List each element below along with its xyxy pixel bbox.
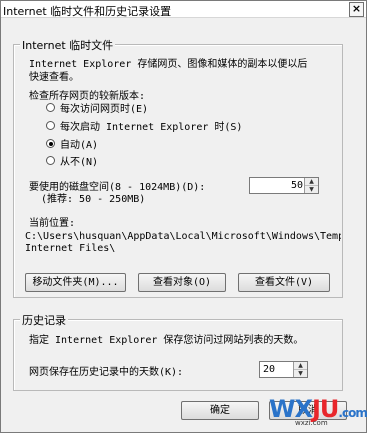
disk-space-hint: (推荐: 50 - 250MB) [41,194,146,205]
history-group: 历史记录 [13,312,343,391]
close-icon: × [351,2,362,15]
history-days-arrows: ▲ ▼ [293,362,307,377]
ok-button[interactable]: 确定 [181,401,259,420]
spin-down-icon[interactable]: ▼ [294,370,307,377]
watermark-sub: wxzi.com [295,419,328,427]
spin-down-icon[interactable]: ▼ [305,186,318,193]
radio-every-visit[interactable]: 每次访问网页时(E) [46,100,148,115]
radio-every-start-label: 每次启动 Internet Explorer 时(S) [60,122,243,133]
radio-indicator-selected [46,139,55,148]
radio-indicator [46,121,55,130]
history-description: 指定 Internet Explorer 保存您访问过网站列表的天数。 [29,335,304,346]
site-watermark: WXJU.com wxzi.com [269,395,367,427]
temp-files-description-line2: 快速查看。 [29,72,79,83]
radio-automatic[interactable]: 自动(A) [46,136,98,151]
history-days-stepper[interactable]: 20 ▲ ▼ [259,361,308,378]
history-days-value: 20 [263,364,276,375]
disk-space-stepper[interactable]: 50 ▲ ▼ [249,177,319,194]
history-legend: 历史记录 [20,312,68,328]
radio-never[interactable]: 从不(N) [46,153,98,168]
disk-space-value: 50 [290,180,303,191]
disk-space-arrows: ▲ ▼ [304,178,318,193]
radio-automatic-label: 自动(A) [60,140,99,151]
move-folder-button[interactable]: 移动文件夹(M)... [25,273,126,292]
current-location-line1: C:\Users\husquan\AppData\Local\Microsoft… [25,231,341,242]
close-button[interactable]: × [349,2,364,17]
title-bar[interactable]: Internet 临时文件和历史记录设置 × [1,1,366,18]
window-title: Internet 临时文件和历史记录设置 [3,5,172,18]
temp-files-legend: Internet 临时文件 [20,37,116,53]
radio-indicator [46,156,55,165]
view-objects-button[interactable]: 查看对象(O) [138,273,226,292]
spin-up-icon[interactable]: ▲ [294,362,307,370]
settings-dialog: Internet 临时文件和历史记录设置 × Internet 临时文件 Int… [0,0,367,433]
radio-indicator [46,103,55,112]
radio-every-start[interactable]: 每次启动 Internet Explorer 时(S) [46,118,242,133]
spin-up-icon[interactable]: ▲ [305,178,318,186]
history-days-label: 网页保存在历史记录中的天数(K): [29,367,184,378]
current-location-line2: Internet Files\ [25,243,116,254]
radio-never-label: 从不(N) [60,157,99,168]
view-files-button[interactable]: 查看文件(V) [238,273,330,292]
current-location-label: 当前位置: [29,218,76,229]
radio-every-visit-label: 每次访问网页时(E) [60,104,149,115]
